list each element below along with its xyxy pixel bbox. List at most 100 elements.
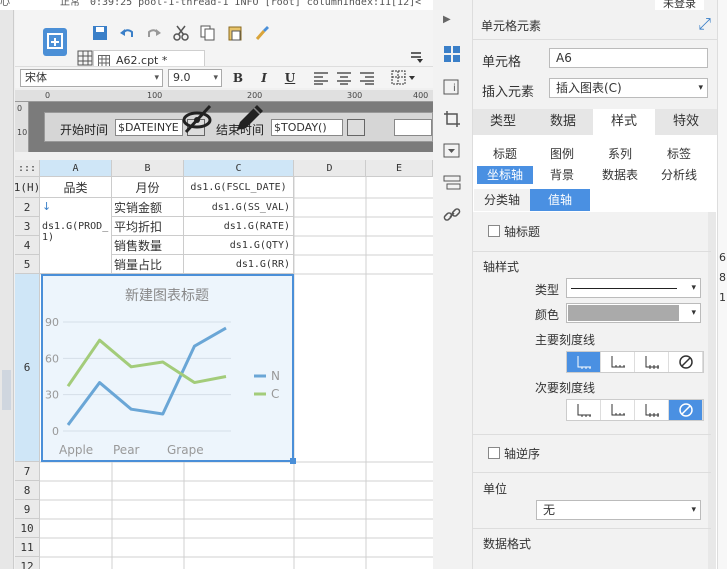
cell-b4[interactable]: 销售数量 — [112, 236, 184, 255]
tick-inside-icon[interactable] — [601, 400, 635, 420]
paste-icon[interactable] — [226, 24, 244, 42]
template-icon[interactable] — [43, 28, 67, 56]
hyperlink-icon[interactable] — [443, 206, 461, 224]
tick-none-icon[interactable] — [669, 400, 703, 420]
chart-cell-a6[interactable]: 新建图表标题 0 30 60 90 Apple Pear Grape N C — [41, 274, 296, 464]
subtab-series[interactable]: 系列 — [591, 145, 649, 163]
subtab-background[interactable]: 背景 — [533, 166, 591, 184]
subtab-legend[interactable]: 图例 — [533, 145, 591, 163]
column-header[interactable]: A — [40, 160, 112, 177]
cell-b1[interactable]: 月份 — [112, 177, 184, 198]
tick-outside-icon[interactable] — [567, 400, 601, 420]
row-header[interactable]: 10 — [15, 519, 40, 538]
row-header[interactable]: 4 — [15, 236, 40, 255]
column-header[interactable]: C — [184, 160, 294, 177]
row-header[interactable]: 2 — [15, 198, 40, 217]
extra-input[interactable] — [394, 119, 432, 136]
cell-b2[interactable]: 实销金额 — [112, 198, 184, 217]
cell-a1[interactable]: 品类 — [40, 177, 112, 198]
cell-c1[interactable]: ds1.G(FSCL_DATE) — [184, 177, 294, 198]
end-time-input[interactable]: $TODAY() — [271, 119, 343, 136]
line-type-select[interactable]: ▾ — [566, 278, 701, 298]
tab-style[interactable]: 样式 — [593, 109, 655, 135]
start-time-input[interactable]: $DATEINYE — [115, 119, 183, 136]
subtab-title[interactable]: 标题 — [477, 145, 533, 163]
grid-corner[interactable]: ::: — [15, 160, 40, 177]
undo-icon[interactable] — [118, 24, 136, 42]
column-header[interactable]: E — [366, 160, 433, 177]
insert-select[interactable]: 插入图表(C) ▾ — [549, 78, 708, 98]
subtab-datasheet[interactable]: 数据表 — [591, 166, 649, 184]
format-brush-icon[interactable] — [253, 24, 271, 42]
italic-button[interactable]: I — [255, 69, 273, 87]
tick-inside-icon[interactable] — [601, 352, 635, 372]
align-center-icon[interactable] — [336, 71, 352, 88]
row-header[interactable]: 12 — [15, 557, 40, 569]
reverse-axis-checkbox[interactable] — [488, 447, 500, 459]
axis-title-checkbox[interactable] — [488, 225, 500, 237]
column-header[interactable]: D — [294, 160, 366, 177]
tick-cross-icon[interactable] — [635, 352, 669, 372]
cell-attribute-icon[interactable]: i — [443, 78, 461, 96]
panel-scrollbar[interactable] — [708, 212, 716, 569]
tab-effect[interactable]: 特效 — [655, 109, 717, 135]
edit-pencil-icon[interactable] — [232, 100, 266, 137]
subtab-label[interactable]: 标签 — [649, 145, 709, 163]
cell-c4[interactable]: ds1.G(QTY) — [184, 236, 294, 255]
grid-view-icon[interactable] — [75, 48, 95, 68]
tab-data[interactable]: 数据 — [533, 109, 593, 135]
tab-menu-icon[interactable] — [410, 50, 426, 66]
font-select[interactable]: 宋体 ▾ — [20, 69, 163, 87]
expand-arrow-icon: ↓ — [42, 200, 52, 213]
row-header[interactable]: 3 — [15, 217, 40, 236]
font-size-select[interactable]: 9.0 ▾ — [168, 69, 222, 87]
tab-type[interactable]: 类型 — [473, 109, 533, 135]
row-header[interactable]: 9 — [15, 500, 40, 519]
tick-cross-icon[interactable] — [635, 400, 669, 420]
resize-handle[interactable] — [290, 458, 296, 464]
subtab-analysis-line[interactable]: 分析线 — [649, 166, 709, 184]
color-select[interactable]: ▾ — [566, 303, 701, 323]
calendar-icon[interactable] — [347, 119, 365, 136]
side-tab[interactable] — [2, 370, 11, 410]
cell-c2[interactable]: ds1.G(SS_VAL) — [184, 198, 294, 217]
column-header[interactable]: B — [112, 160, 184, 177]
row-header[interactable]: 11 — [15, 538, 40, 557]
align-left-icon[interactable] — [313, 71, 329, 88]
redo-icon[interactable] — [145, 24, 163, 42]
subtab-axis[interactable]: 坐标轴 — [477, 166, 533, 184]
row-header[interactable]: 7 — [15, 462, 40, 481]
unit-select[interactable]: 无 ▾ — [536, 500, 701, 520]
cell-c3[interactable]: ds1.G(RATE) — [184, 217, 294, 236]
border-icon[interactable] — [391, 70, 417, 89]
copy-icon[interactable] — [199, 24, 217, 42]
align-right-icon[interactable] — [359, 71, 375, 88]
row-header[interactable]: 1(H) — [15, 177, 40, 198]
row-header[interactable]: 8 — [15, 481, 40, 500]
tab-category-axis[interactable]: 分类轴 — [474, 189, 530, 211]
cell-b3[interactable]: 平均折扣 — [112, 217, 184, 236]
cell-input[interactable]: A6 — [549, 48, 708, 68]
tab-value-axis[interactable]: 值轴 — [530, 189, 590, 211]
underline-button[interactable]: U — [281, 69, 299, 87]
widget-icon[interactable] — [443, 142, 461, 160]
tick-none-icon[interactable] — [669, 352, 703, 372]
row-header[interactable]: 5 — [15, 255, 40, 274]
row-header[interactable]: 6 — [15, 274, 40, 462]
collapse-arrow-icon[interactable]: ▶ — [443, 14, 461, 32]
condition-icon[interactable] — [443, 174, 461, 192]
cell-element-icon[interactable] — [443, 45, 461, 63]
cell-c5[interactable]: ds1.G(RR) — [184, 255, 294, 274]
crop-icon[interactable] — [443, 110, 461, 128]
hide-icon[interactable] — [180, 100, 214, 137]
tick-outside-icon[interactable] — [567, 352, 601, 372]
save-icon[interactable] — [91, 24, 109, 42]
chevron-down-icon: ▾ — [691, 308, 696, 318]
expand-diagonal-icon[interactable]: ⤢ — [698, 14, 711, 34]
cell-a2-merged[interactable]: ↓ ds1.G(PROD_ 1) — [40, 198, 112, 274]
login-status[interactable]: 未登录 — [655, 0, 704, 10]
unit-value: 无 — [543, 503, 556, 517]
bold-button[interactable]: B — [229, 69, 247, 87]
cell-b5[interactable]: 销量占比 — [112, 255, 184, 274]
cut-icon[interactable] — [172, 24, 190, 42]
